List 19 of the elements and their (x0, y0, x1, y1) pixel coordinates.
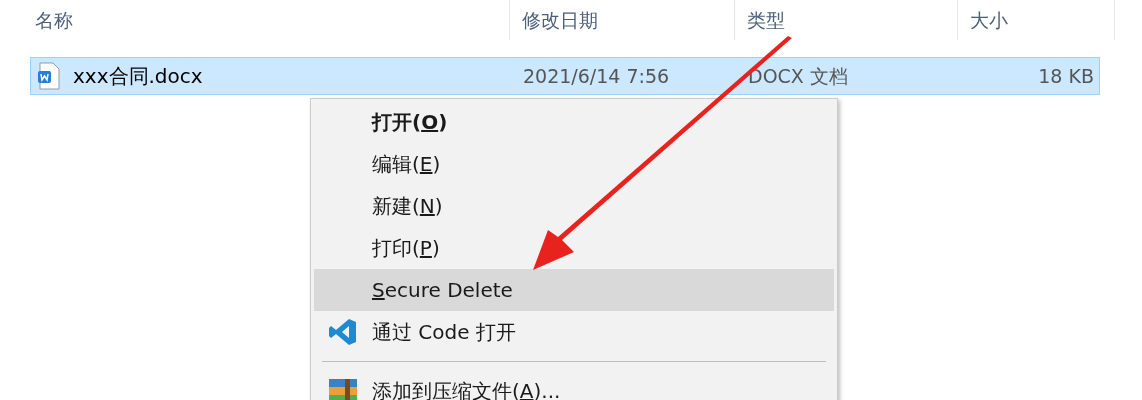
menu-item[interactable]: 打开(O) (314, 101, 834, 143)
document-icon (37, 62, 61, 90)
modified-date: 2021/6/14 7:56 (522, 63, 671, 89)
file-row[interactable]: xxx合同.docx 2021/6/14 7:56 DOCX 文档 18 KB (30, 57, 1100, 95)
file-type: DOCX 文档 (747, 63, 849, 89)
code-editor-icon (328, 317, 358, 347)
menu-item[interactable]: 打印(P) (314, 227, 834, 269)
menu-item[interactable]: 编辑(E) (314, 143, 834, 185)
column-header[interactable]: 修改日期 (522, 5, 598, 35)
column-header[interactable]: 名称 (35, 5, 73, 35)
menu-item[interactable]: Secure Delete (314, 269, 834, 311)
column-header[interactable]: 类型 (747, 5, 785, 35)
menu-item[interactable]: 通过 Code 打开 (314, 311, 834, 353)
menu-item[interactable]: 添加到压缩文件(A)... (314, 370, 834, 400)
menu-item[interactable]: 新建(N) (314, 185, 834, 227)
column-header[interactable]: 大小 (970, 5, 1008, 35)
file-name: xxx合同.docx (73, 63, 203, 90)
archive-icon (328, 376, 358, 400)
file-size: 18 KB (1037, 63, 1094, 89)
